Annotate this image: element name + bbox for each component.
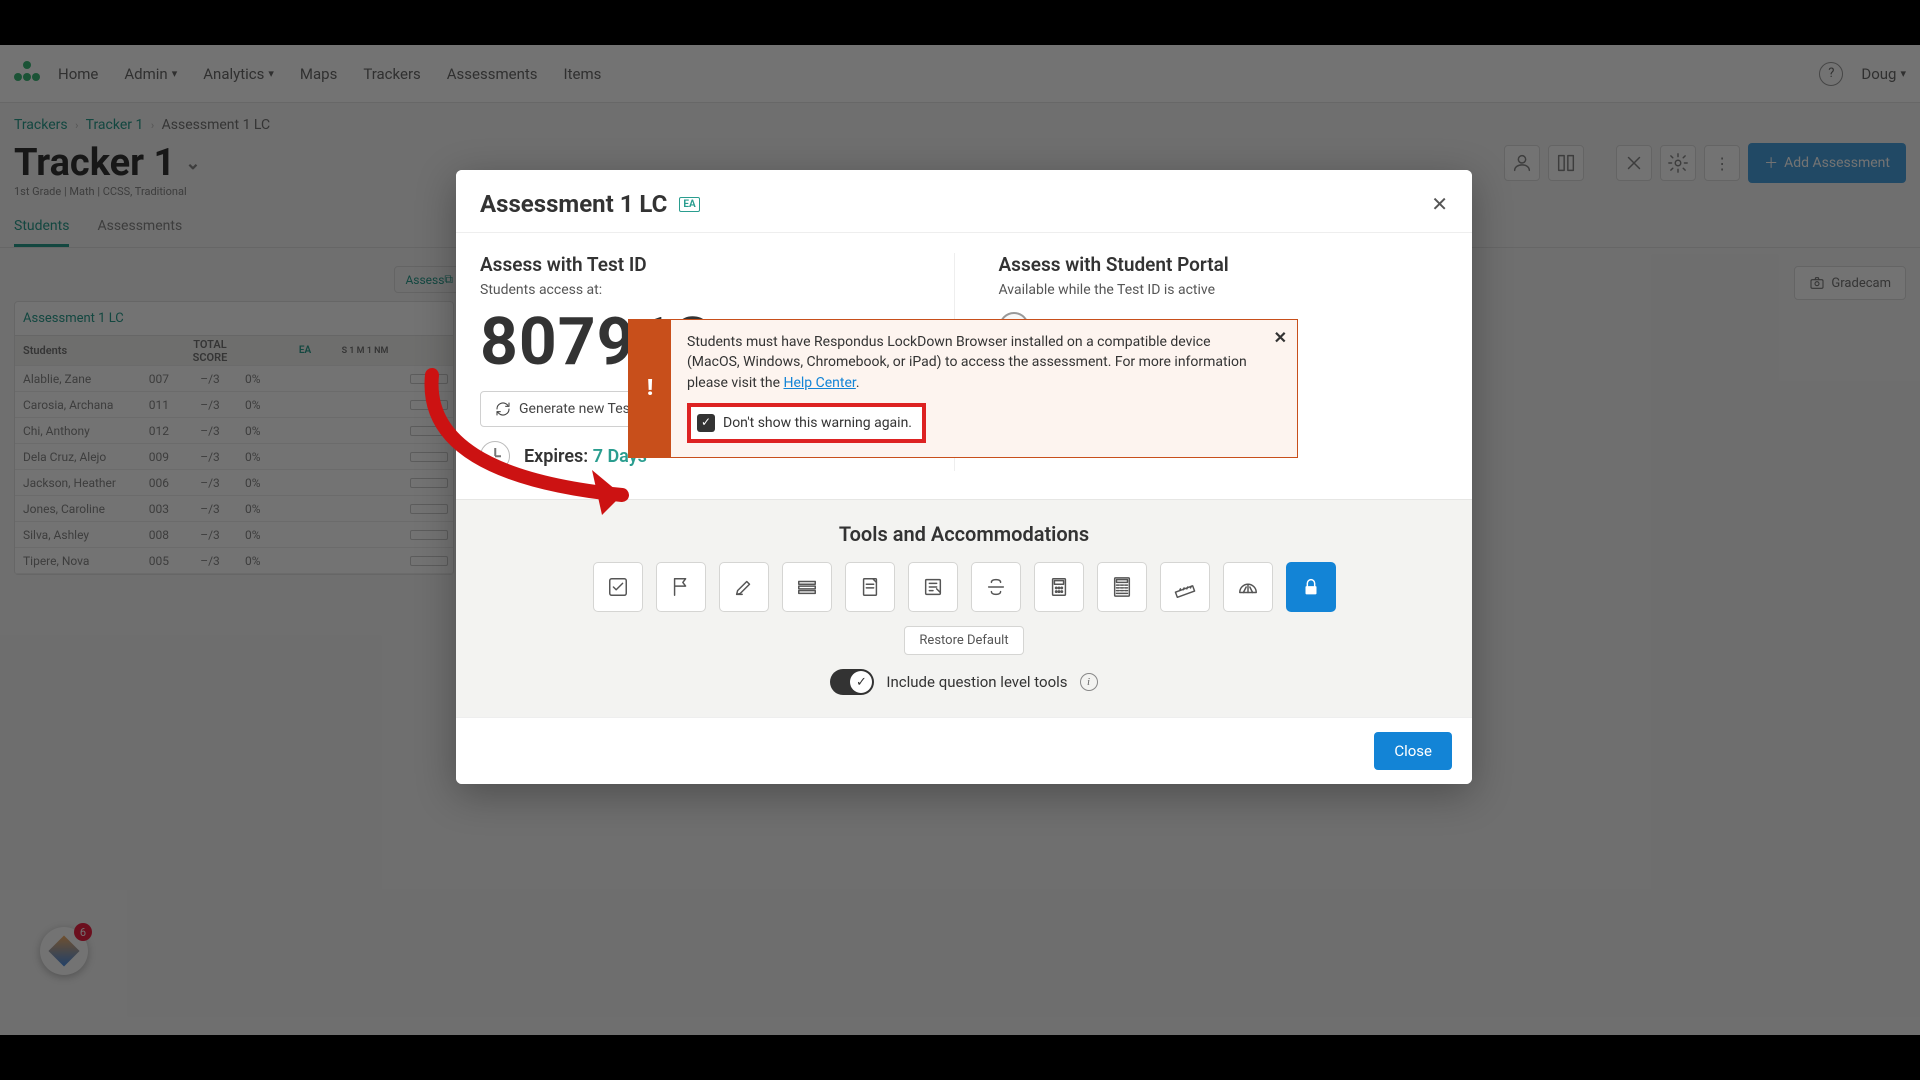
include-question-tools-label: Include question level tools xyxy=(886,673,1067,691)
scientific-calculator-tool[interactable] xyxy=(1097,562,1147,612)
notepad-tool[interactable] xyxy=(845,562,895,612)
include-question-tools-toggle[interactable]: ✓ xyxy=(830,669,874,695)
assess-testid-title: Assess with Test ID xyxy=(480,253,930,276)
refresh-icon xyxy=(495,401,511,417)
assessment-modal: Assessment 1 LC EA ✕ Assess with Test ID… xyxy=(456,170,1472,784)
clock-icon xyxy=(480,441,510,471)
info-icon[interactable]: i xyxy=(1080,673,1098,691)
warning-text: Students must have Respondus LockDown Br… xyxy=(687,334,1247,391)
highlighter-tool[interactable] xyxy=(719,562,769,612)
student-portal-title: Assess with Student Portal xyxy=(999,253,1449,276)
warning-icon: ! xyxy=(629,320,671,457)
lockdown-warning: ! Students must have Respondus LockDown … xyxy=(628,319,1298,458)
line-reader-tool[interactable] xyxy=(782,562,832,612)
dont-show-checkbox[interactable]: ✓ xyxy=(697,414,715,432)
modal-title: Assessment 1 LC xyxy=(480,190,667,218)
modal-close-button[interactable]: ✕ xyxy=(1431,194,1448,214)
tools-title: Tools and Accommodations xyxy=(480,522,1448,546)
answer-check-tool[interactable] xyxy=(593,562,643,612)
help-center-link[interactable]: Help Center xyxy=(783,375,855,391)
close-button[interactable]: Close xyxy=(1374,732,1452,770)
basic-calculator-tool[interactable] xyxy=(1034,562,1084,612)
ea-badge: EA xyxy=(679,197,699,212)
dont-show-again-wrap[interactable]: ✓ Don't show this warning again. xyxy=(687,403,926,443)
student-portal-sub: Available while the Test ID is active xyxy=(999,282,1449,298)
flag-tool[interactable] xyxy=(656,562,706,612)
dont-show-label: Don't show this warning again. xyxy=(723,413,912,433)
restore-default-button[interactable]: Restore Default xyxy=(904,626,1023,655)
app-viewport: Home Admin▾ Analytics▾ Maps Trackers Ass… xyxy=(0,45,1920,1035)
lockdown-tool[interactable] xyxy=(1286,562,1336,612)
warning-close-button[interactable]: ✕ xyxy=(1274,328,1287,347)
strikethrough-tool[interactable] xyxy=(971,562,1021,612)
ruler-tool[interactable] xyxy=(1160,562,1210,612)
expires-label: Expires: xyxy=(524,446,588,467)
answer-eliminator-tool[interactable] xyxy=(908,562,958,612)
protractor-tool[interactable] xyxy=(1223,562,1273,612)
access-label: Students access at: xyxy=(480,282,930,298)
